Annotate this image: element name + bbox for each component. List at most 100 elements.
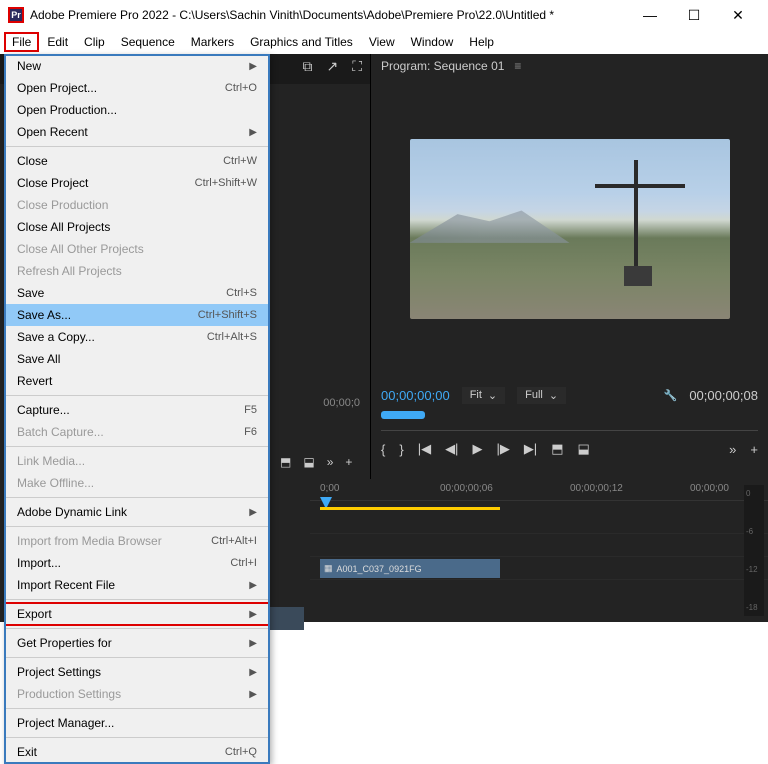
menu-item-capture[interactable]: Capture...F5	[5, 399, 269, 421]
play-button[interactable]: ▶	[472, 441, 482, 457]
menu-item-save-all[interactable]: Save All	[5, 348, 269, 370]
minimize-button[interactable]: —	[628, 1, 672, 29]
submenu-arrow-icon: ▶	[249, 507, 257, 518]
menu-edit[interactable]: Edit	[39, 32, 76, 52]
hamburger-icon[interactable]: ≡	[514, 59, 521, 73]
close-button[interactable]: ✕	[716, 1, 760, 29]
menu-markers[interactable]: Markers	[183, 32, 242, 52]
new-window-icon[interactable]: ⧉	[302, 58, 312, 75]
menu-item-adobe-dynamic-link[interactable]: Adobe Dynamic Link▶	[5, 501, 269, 523]
menu-item-new[interactable]: New▶	[5, 55, 269, 77]
fullscreen-icon[interactable]: ⛶	[352, 58, 362, 75]
menu-item-save[interactable]: SaveCtrl+S	[5, 282, 269, 304]
menu-label: Make Offline...	[17, 476, 257, 490]
insert-icon[interactable]: ⬒	[280, 455, 291, 469]
menubar: File Edit Clip Sequence Markers Graphics…	[0, 30, 768, 54]
menu-window[interactable]: Window	[403, 32, 462, 52]
program-scrub[interactable]	[381, 413, 758, 431]
menu-label: Close Production	[17, 198, 257, 212]
overwrite-icon[interactable]: ⬓	[303, 455, 314, 469]
menu-item-close-all-projects[interactable]: Close All Projects	[5, 216, 269, 238]
submenu-arrow-icon: ▶	[249, 609, 257, 620]
menu-file[interactable]: File	[4, 32, 39, 52]
insert-button[interactable]: ⬒	[551, 441, 563, 457]
menu-item-revert[interactable]: Revert	[5, 370, 269, 392]
audio-meter: 0 -6 -12 -18	[744, 485, 764, 616]
menu-label: New	[17, 59, 249, 73]
step-back-button[interactable]: ◀|	[445, 441, 458, 457]
menu-item-close[interactable]: CloseCtrl+W	[5, 150, 269, 172]
menu-item-batch-capture: Batch Capture...F6	[5, 421, 269, 443]
menu-label: Batch Capture...	[17, 425, 244, 439]
menu-shortcut: Ctrl+Alt+I	[211, 535, 257, 547]
menu-label: Close	[17, 154, 223, 168]
menu-item-import-recent-file[interactable]: Import Recent File▶	[5, 574, 269, 596]
more-icon[interactable]: »	[729, 442, 736, 457]
menu-shortcut: Ctrl+Shift+W	[195, 177, 257, 189]
menu-clip[interactable]: Clip	[76, 32, 113, 52]
file-menu: New▶Open Project...Ctrl+OOpen Production…	[4, 54, 270, 764]
menu-separator	[5, 526, 269, 527]
chevron-down-icon: ⌄	[488, 389, 497, 402]
menu-item-make-offline: Make Offline...	[5, 472, 269, 494]
zoom-dropdown[interactable]: Full⌄	[517, 387, 566, 404]
export-icon[interactable]: ↗	[326, 58, 338, 75]
menu-separator	[5, 395, 269, 396]
step-fwd-button[interactable]: |▶	[496, 441, 509, 457]
menu-item-import[interactable]: Import...Ctrl+I	[5, 552, 269, 574]
maximize-button[interactable]: ☐	[672, 1, 716, 29]
menu-item-open-recent[interactable]: Open Recent▶	[5, 121, 269, 143]
menu-item-project-settings[interactable]: Project Settings▶	[5, 661, 269, 683]
menu-shortcut: Ctrl+Q	[225, 746, 257, 758]
plus-icon[interactable]: +	[345, 455, 352, 469]
mark-in-button[interactable]: {	[381, 442, 385, 457]
menu-label: Close Project	[17, 176, 195, 190]
menu-graphics[interactable]: Graphics and Titles	[242, 32, 361, 52]
menu-item-open-production[interactable]: Open Production...	[5, 99, 269, 121]
scrub-handle[interactable]	[381, 411, 425, 419]
menu-shortcut: Ctrl+W	[223, 155, 257, 167]
track-row-v1[interactable]: ▦A001_C037_0921FG	[310, 557, 768, 580]
video-clip[interactable]: ▦A001_C037_0921FG	[320, 559, 500, 578]
menu-item-exit[interactable]: ExitCtrl+Q	[5, 741, 269, 763]
menu-label: Open Production...	[17, 103, 257, 117]
fit-dropdown[interactable]: Fit⌄	[462, 387, 505, 404]
menu-label: Adobe Dynamic Link	[17, 505, 249, 519]
mark-out-button[interactable]: }	[399, 442, 403, 457]
menu-item-close-project[interactable]: Close ProjectCtrl+Shift+W	[5, 172, 269, 194]
goto-in-button[interactable]: |◀	[418, 441, 431, 457]
menu-shortcut: F6	[244, 426, 257, 438]
overwrite-button[interactable]: ⬓	[577, 441, 589, 457]
window-title: Adobe Premiere Pro 2022 - C:\Users\Sachi…	[30, 8, 628, 22]
program-tc-duration: 00;00;00;08	[689, 388, 758, 403]
timeline-tracks[interactable]: 0;00 00;00;00;06 00;00;00;12 00;00;00 ▦A…	[310, 479, 768, 622]
menu-item-get-properties-for[interactable]: Get Properties for▶	[5, 632, 269, 654]
track-row-v2[interactable]	[310, 534, 768, 557]
menu-item-save-a-copy[interactable]: Save a Copy...Ctrl+Alt+S	[5, 326, 269, 348]
track-row-v3[interactable]	[310, 511, 768, 534]
add-button[interactable]: +	[750, 442, 758, 457]
program-tc-current[interactable]: 00;00;00;00	[381, 388, 450, 403]
menu-item-production-settings: Production Settings▶	[5, 683, 269, 705]
menu-item-open-project[interactable]: Open Project...Ctrl+O	[5, 77, 269, 99]
chevron-down-icon: ⌄	[549, 389, 558, 402]
menu-item-project-manager[interactable]: Project Manager...	[5, 712, 269, 734]
double-chevron-icon[interactable]: »	[327, 455, 334, 469]
work-area-bar[interactable]	[320, 507, 500, 510]
timeline-ruler[interactable]: 0;00 00;00;00;06 00;00;00;12 00;00;00	[310, 479, 768, 501]
menu-separator	[5, 737, 269, 738]
program-preview[interactable]	[410, 139, 730, 319]
goto-out-button[interactable]: ▶|	[524, 441, 537, 457]
wrench-icon[interactable]: 🔧	[664, 389, 678, 402]
menu-view[interactable]: View	[361, 32, 403, 52]
menu-help[interactable]: Help	[461, 32, 502, 52]
menu-label: Import from Media Browser	[17, 534, 211, 548]
menu-label: Save As...	[17, 308, 198, 322]
submenu-arrow-icon: ▶	[249, 580, 257, 591]
titlebar: Pr Adobe Premiere Pro 2022 - C:\Users\Sa…	[0, 0, 768, 30]
menu-sequence[interactable]: Sequence	[113, 32, 183, 52]
menu-separator	[5, 497, 269, 498]
menu-item-save-as[interactable]: Save As...Ctrl+Shift+S	[5, 304, 269, 326]
menu-label: Capture...	[17, 403, 244, 417]
menu-shortcut: F5	[244, 404, 257, 416]
